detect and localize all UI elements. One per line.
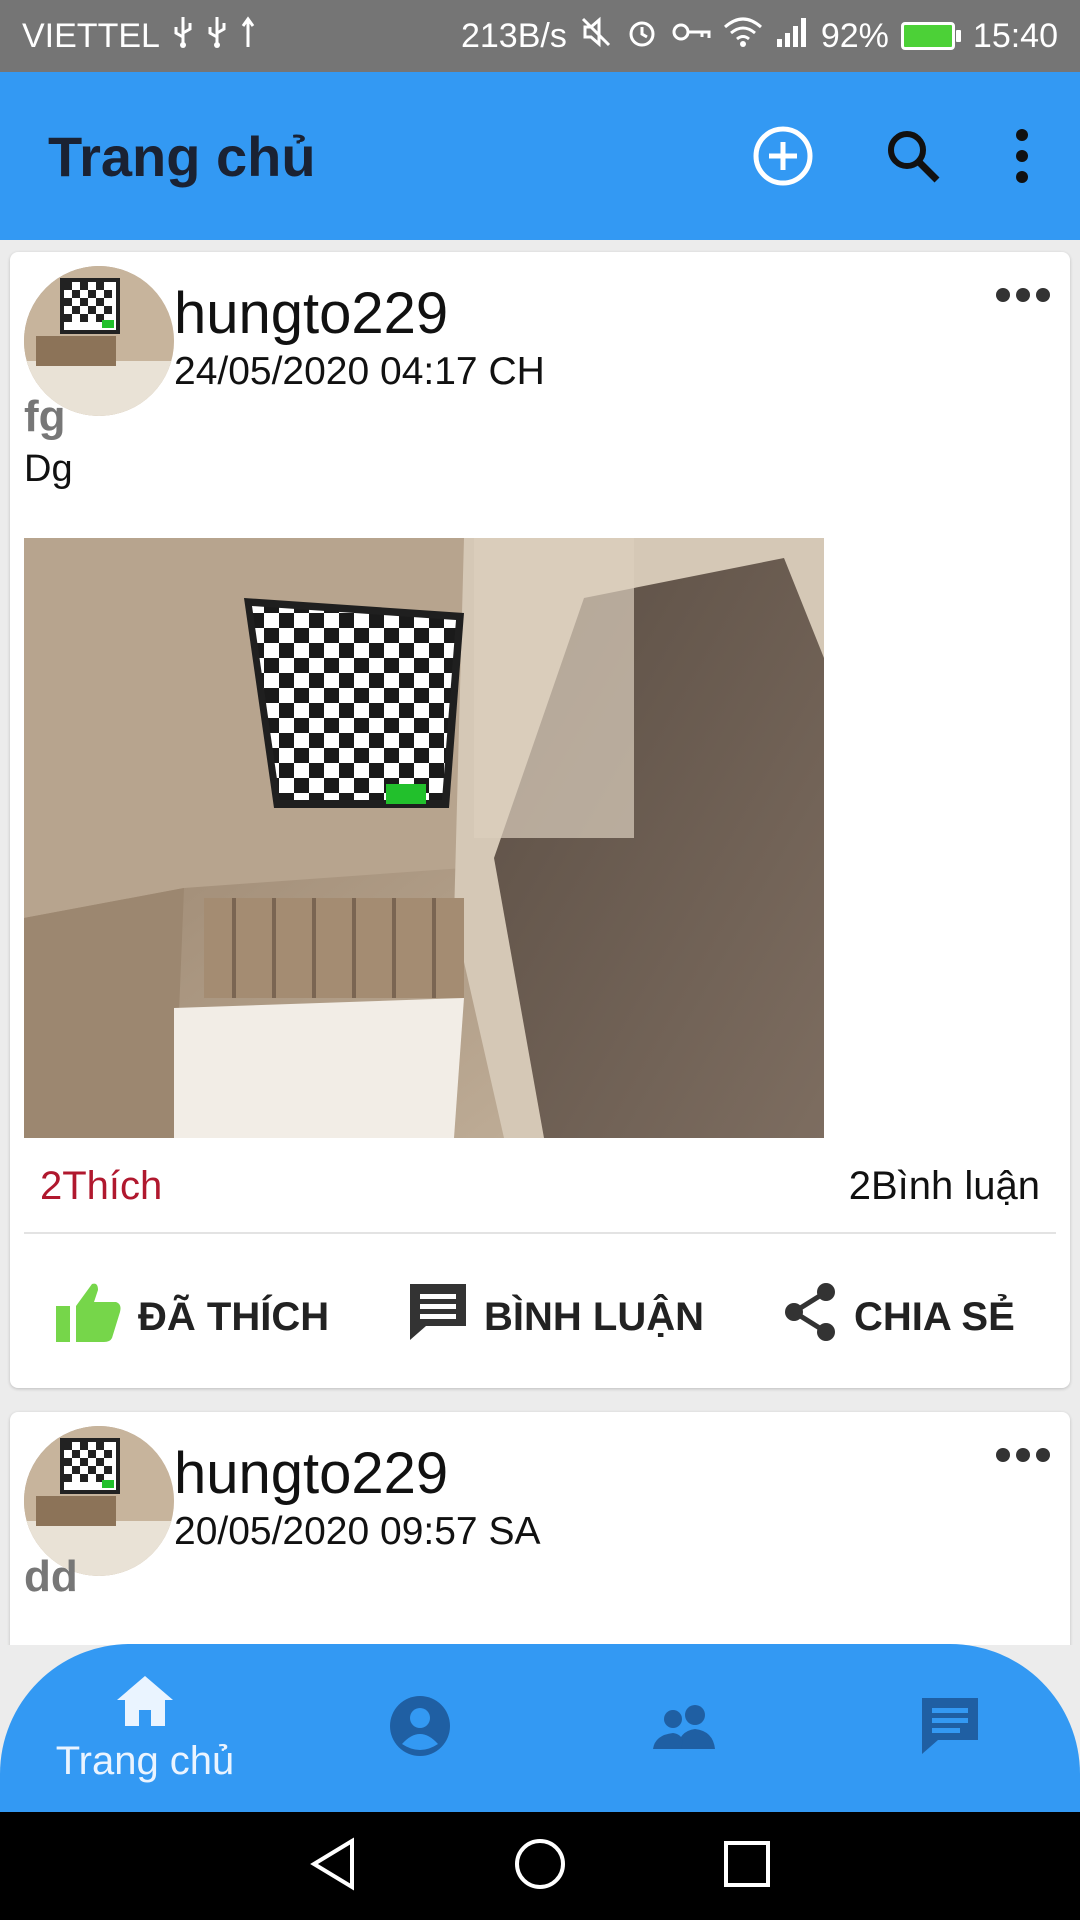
comment-icon xyxy=(406,1280,470,1354)
account-circle-icon xyxy=(388,1694,452,1763)
post-timestamp: 20/05/2020 09:57 SA xyxy=(174,1510,541,1553)
back-icon[interactable] xyxy=(308,1836,358,1896)
share-button[interactable]: CHIA SẺ xyxy=(780,1280,1015,1354)
app-bar: Trang chủ xyxy=(0,72,1080,240)
nav-home[interactable]: Trang chủ xyxy=(30,1644,260,1812)
more-vertical-icon[interactable] xyxy=(1012,127,1032,185)
more-horizontal-icon[interactable] xyxy=(996,288,1050,302)
share-button-label: CHIA SẺ xyxy=(854,1294,1015,1339)
nav-home-label: Trang chủ xyxy=(55,1739,235,1783)
more-horizontal-icon[interactable] xyxy=(996,1448,1050,1462)
post-card: hungto229 24/05/2020 04:17 CH fg Dg 2Thí… xyxy=(10,252,1070,1388)
status-bar: VIETTEL 213B/s 92% 15:40 xyxy=(0,0,1080,72)
post-card: hungto229 20/05/2020 09:57 SA dd xyxy=(10,1412,1070,1645)
recents-icon[interactable] xyxy=(722,1839,772,1894)
likes-count[interactable]: 2Thích xyxy=(40,1164,162,1209)
signal-icon xyxy=(775,15,809,58)
comments-count[interactable]: 2Bình luận xyxy=(849,1164,1040,1209)
home-icon xyxy=(113,1672,177,1733)
network-speed: 213B/s xyxy=(460,16,567,55)
post-image[interactable] xyxy=(24,538,824,1138)
comment-button[interactable]: BÌNH LUẬN xyxy=(406,1280,704,1354)
battery-level: 92% xyxy=(820,16,889,55)
page-title: Trang chủ xyxy=(48,124,316,188)
usb-icon xyxy=(206,15,228,58)
divider xyxy=(24,1232,1056,1234)
post-title: dd xyxy=(24,1552,78,1601)
add-circle-icon[interactable] xyxy=(752,125,814,187)
like-button-label: ĐÃ THÍCH xyxy=(138,1294,330,1339)
post-feed[interactable]: hungto229 24/05/2020 04:17 CH fg Dg 2Thí… xyxy=(0,240,1080,1645)
people-icon xyxy=(651,1701,717,1756)
system-navigation-bar xyxy=(0,1812,1080,1920)
post-author[interactable]: hungto229 xyxy=(174,1440,448,1507)
post-actions: ĐÃ THÍCH BÌNH LUẬN CHIA SẺ xyxy=(10,1262,1070,1372)
chat-icon xyxy=(918,1694,982,1763)
comment-button-label: BÌNH LUẬN xyxy=(484,1294,704,1339)
nav-friends[interactable] xyxy=(634,1644,734,1812)
post-body: Dg xyxy=(24,448,73,490)
bottom-navigation: Trang chủ xyxy=(0,1644,1080,1812)
battery-icon xyxy=(900,22,961,50)
clock-time: 15:40 xyxy=(972,16,1058,55)
nav-chat[interactable] xyxy=(900,1644,1000,1812)
search-icon[interactable] xyxy=(884,127,942,185)
vpn-key-icon xyxy=(671,15,711,58)
nav-profile[interactable] xyxy=(370,1644,470,1812)
post-title: fg xyxy=(24,392,66,441)
post-author[interactable]: hungto229 xyxy=(174,280,448,347)
home-circle-icon[interactable] xyxy=(513,1837,567,1896)
alarm-icon xyxy=(625,15,659,58)
wifi-icon xyxy=(723,15,763,58)
share-icon xyxy=(780,1280,840,1354)
data-transfer-icon xyxy=(240,15,262,58)
usb-icon xyxy=(172,15,194,58)
mute-icon xyxy=(579,15,613,58)
post-timestamp: 24/05/2020 04:17 CH xyxy=(174,350,545,393)
like-button[interactable]: ĐÃ THÍCH xyxy=(54,1280,329,1354)
carrier-label: VIETTEL xyxy=(22,16,160,55)
thumb-up-icon xyxy=(54,1280,124,1354)
